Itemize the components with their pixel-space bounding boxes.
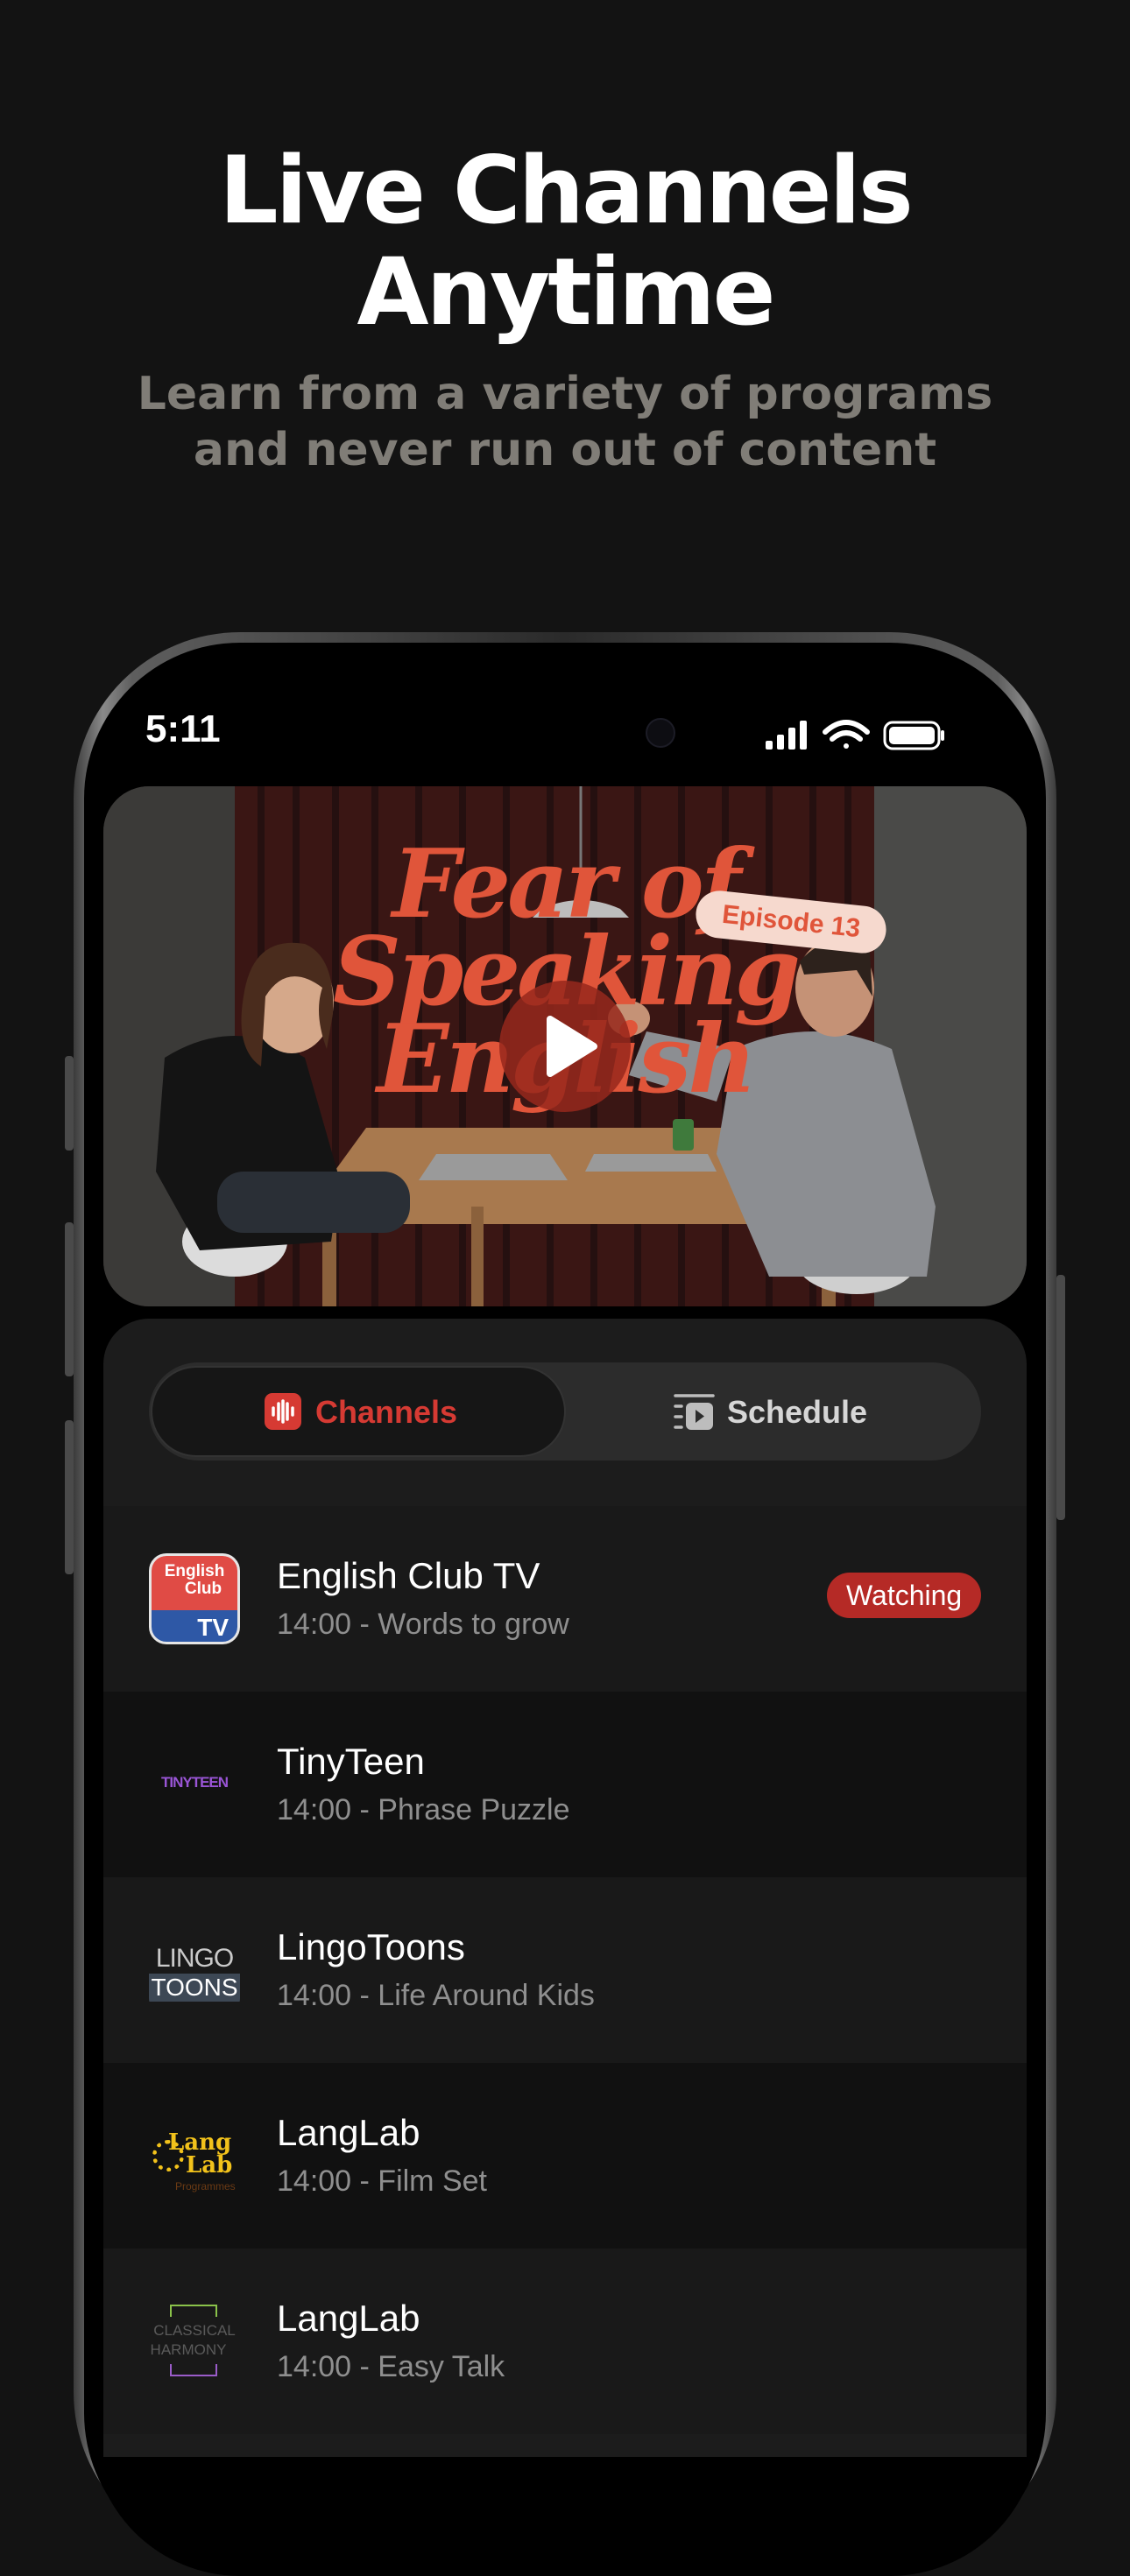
status-time: 5:11: [145, 707, 221, 750]
watching-badge: Watching: [827, 1573, 982, 1618]
langlab-logo: Lang Lab Programmes: [149, 2110, 240, 2201]
tab-schedule-label[interactable]: Schedule: [727, 1394, 867, 1431]
tab-channels-label: Channels: [315, 1394, 458, 1430]
phone-volume-up-button: [65, 1222, 74, 1376]
phone-action-button: [65, 1056, 74, 1151]
logo-text-tv: TV: [197, 1614, 229, 1641]
channel-row[interactable]: English Club TV English Club TV 14:00 - …: [103, 1506, 1027, 1692]
channel-name: LangLab: [277, 2298, 420, 2339]
channel-row[interactable]: CLASSICAL HARMONY LangLab 14:00 - Easy T…: [103, 2249, 1027, 2434]
play-button[interactable]: [499, 981, 631, 1112]
subheadline-line-1: Learn from a variety of programs: [137, 368, 993, 420]
schedule-list-icon[interactable]: [673, 1392, 715, 1431]
logo-text-club: Club: [184, 1580, 222, 1598]
logo-text-programmes: Programmes: [175, 2180, 236, 2192]
channel-name: LangLab: [277, 2112, 420, 2153]
channel-name: LingoToons: [277, 1926, 465, 1967]
tinyteen-logo: TINYTEEN: [149, 1739, 240, 1830]
hero-title-line-1: Fear of: [392, 829, 741, 940]
audio-wave-icon: [265, 1393, 301, 1430]
hero-video[interactable]: Fear of Speaking English Episode 13: [103, 786, 1027, 1306]
channel-program: 14:00 - Easy Talk: [277, 2350, 505, 2383]
channel-program: 14:00 - Film Set: [277, 2164, 487, 2198]
logo-text-tinyteen: TINYTEEN: [160, 1774, 229, 1791]
channel-program: 14:00 - Life Around Kids: [277, 1979, 595, 2012]
logo-text-lab: Lab: [186, 2152, 233, 2178]
status-icons: [766, 720, 944, 750]
wifi-icon: [823, 720, 870, 749]
channel-row[interactable]: LINGO TOONS LingoToons 14:00 - Life Arou…: [103, 1877, 1027, 2063]
lingotoons-logo: LINGO TOONS: [149, 1925, 240, 2016]
channel-program: 14:00 - Phrase Puzzle: [277, 1793, 570, 1826]
classical-harmony-logo: CLASSICAL HARMONY: [149, 2296, 240, 2387]
channel-name: TinyTeen: [277, 1741, 425, 1782]
subheadline-line-2: and never run out of content: [193, 424, 937, 476]
phone-volume-down-button: [65, 1420, 74, 1574]
battery-icon: [883, 721, 944, 750]
english-club-tv-logo: English Club TV: [149, 1553, 240, 1644]
page-headline: Live Channels Anytime: [0, 140, 1130, 343]
channel-program: 14:00 - Words to grow: [277, 1608, 569, 1641]
headline-line-1: Live Channels: [219, 137, 914, 244]
logo-text-toons: TOONS: [149, 1974, 240, 2002]
page-subheadline: Learn from a variety of programs and nev…: [0, 366, 1130, 478]
logo-text-classical: CLASSICAL: [153, 2322, 236, 2339]
logo-text-english: English: [164, 1562, 225, 1580]
logo-text-harmony: HARMONY: [150, 2341, 227, 2358]
cellular-signal-icon: [766, 721, 807, 750]
front-camera: [646, 718, 675, 748]
phone-power-button: [1056, 1275, 1065, 1520]
logo-text-lingo: LINGO: [155, 1944, 234, 1973]
play-icon: [547, 1016, 597, 1077]
channel-row[interactable]: Lang Lab Programmes LangLab 14:00 - Film…: [103, 2063, 1027, 2249]
channel-row[interactable]: TINYTEEN TinyTeen 14:00 - Phrase Puzzle: [103, 1692, 1027, 1877]
channel-name: English Club TV: [277, 1555, 540, 1596]
headline-line-2: Anytime: [357, 238, 776, 346]
